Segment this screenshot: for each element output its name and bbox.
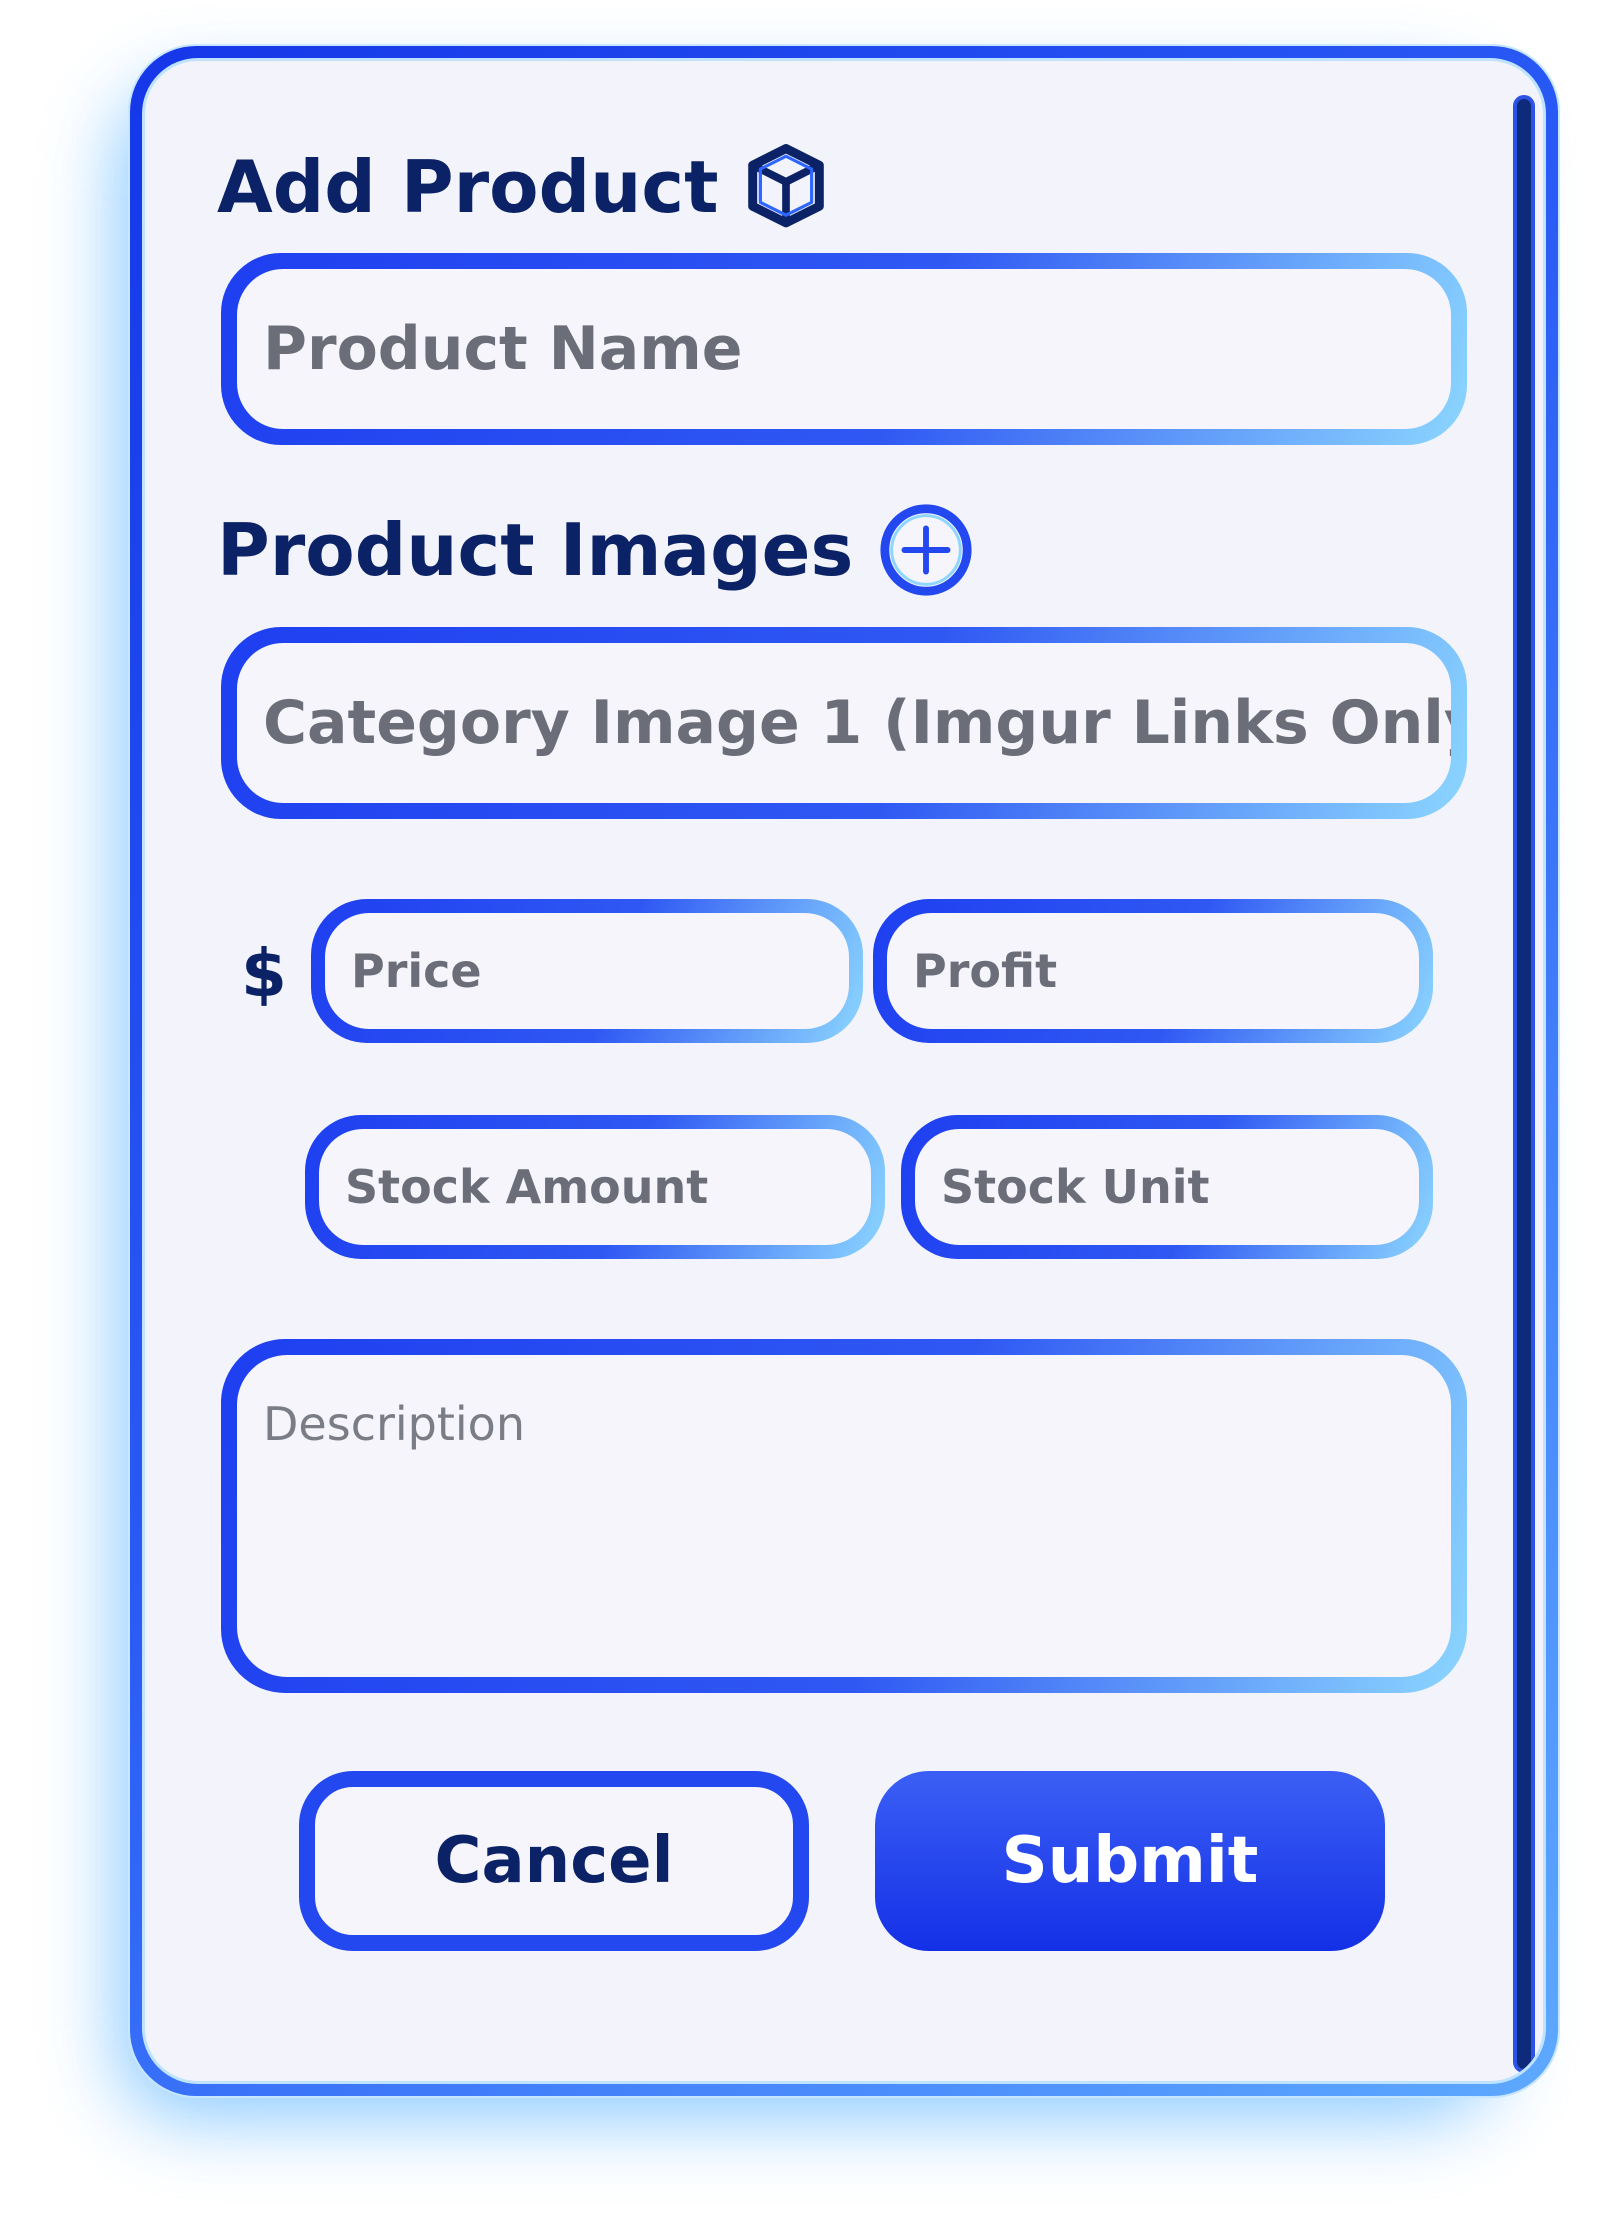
profit-placeholder: Profit	[887, 913, 1419, 1029]
stock-unit-input[interactable]: Stock Unit	[901, 1115, 1433, 1259]
price-placeholder: Price	[325, 913, 849, 1029]
currency-symbol: $	[241, 935, 287, 1012]
category-image-placeholder: Category Image 1 (Imgur Links Only)	[237, 643, 1451, 803]
page-title: Add Product	[217, 145, 719, 229]
dialog-body: Add Product Product Name Product Images …	[142, 58, 1546, 2084]
category-image-input[interactable]: Category Image 1 (Imgur Links Only)	[221, 627, 1467, 819]
dialog-header: Add Product	[217, 143, 827, 231]
submit-button[interactable]: Submit	[875, 1771, 1385, 1951]
cancel-button[interactable]: Cancel	[299, 1771, 809, 1951]
stock-unit-placeholder: Stock Unit	[915, 1129, 1419, 1245]
cube-icon	[747, 144, 824, 228]
description-placeholder: Description	[237, 1355, 1451, 1677]
price-input[interactable]: Price	[311, 899, 863, 1043]
plus-circle-icon[interactable]	[877, 501, 975, 599]
description-textarea[interactable]: Description	[221, 1339, 1467, 1693]
section-title: Product Images	[217, 508, 854, 592]
product-name-input[interactable]: Product Name	[221, 253, 1467, 445]
stock-amount-input[interactable]: Stock Amount	[305, 1115, 885, 1259]
add-product-dialog: Add Product Product Name Product Images …	[130, 46, 1558, 2096]
profit-input[interactable]: Profit	[873, 899, 1433, 1043]
product-images-header: Product Images	[217, 501, 975, 599]
stock-amount-placeholder: Stock Amount	[319, 1129, 871, 1245]
scrollbar[interactable]	[1513, 95, 1535, 2073]
product-name-placeholder: Product Name	[237, 269, 1451, 429]
